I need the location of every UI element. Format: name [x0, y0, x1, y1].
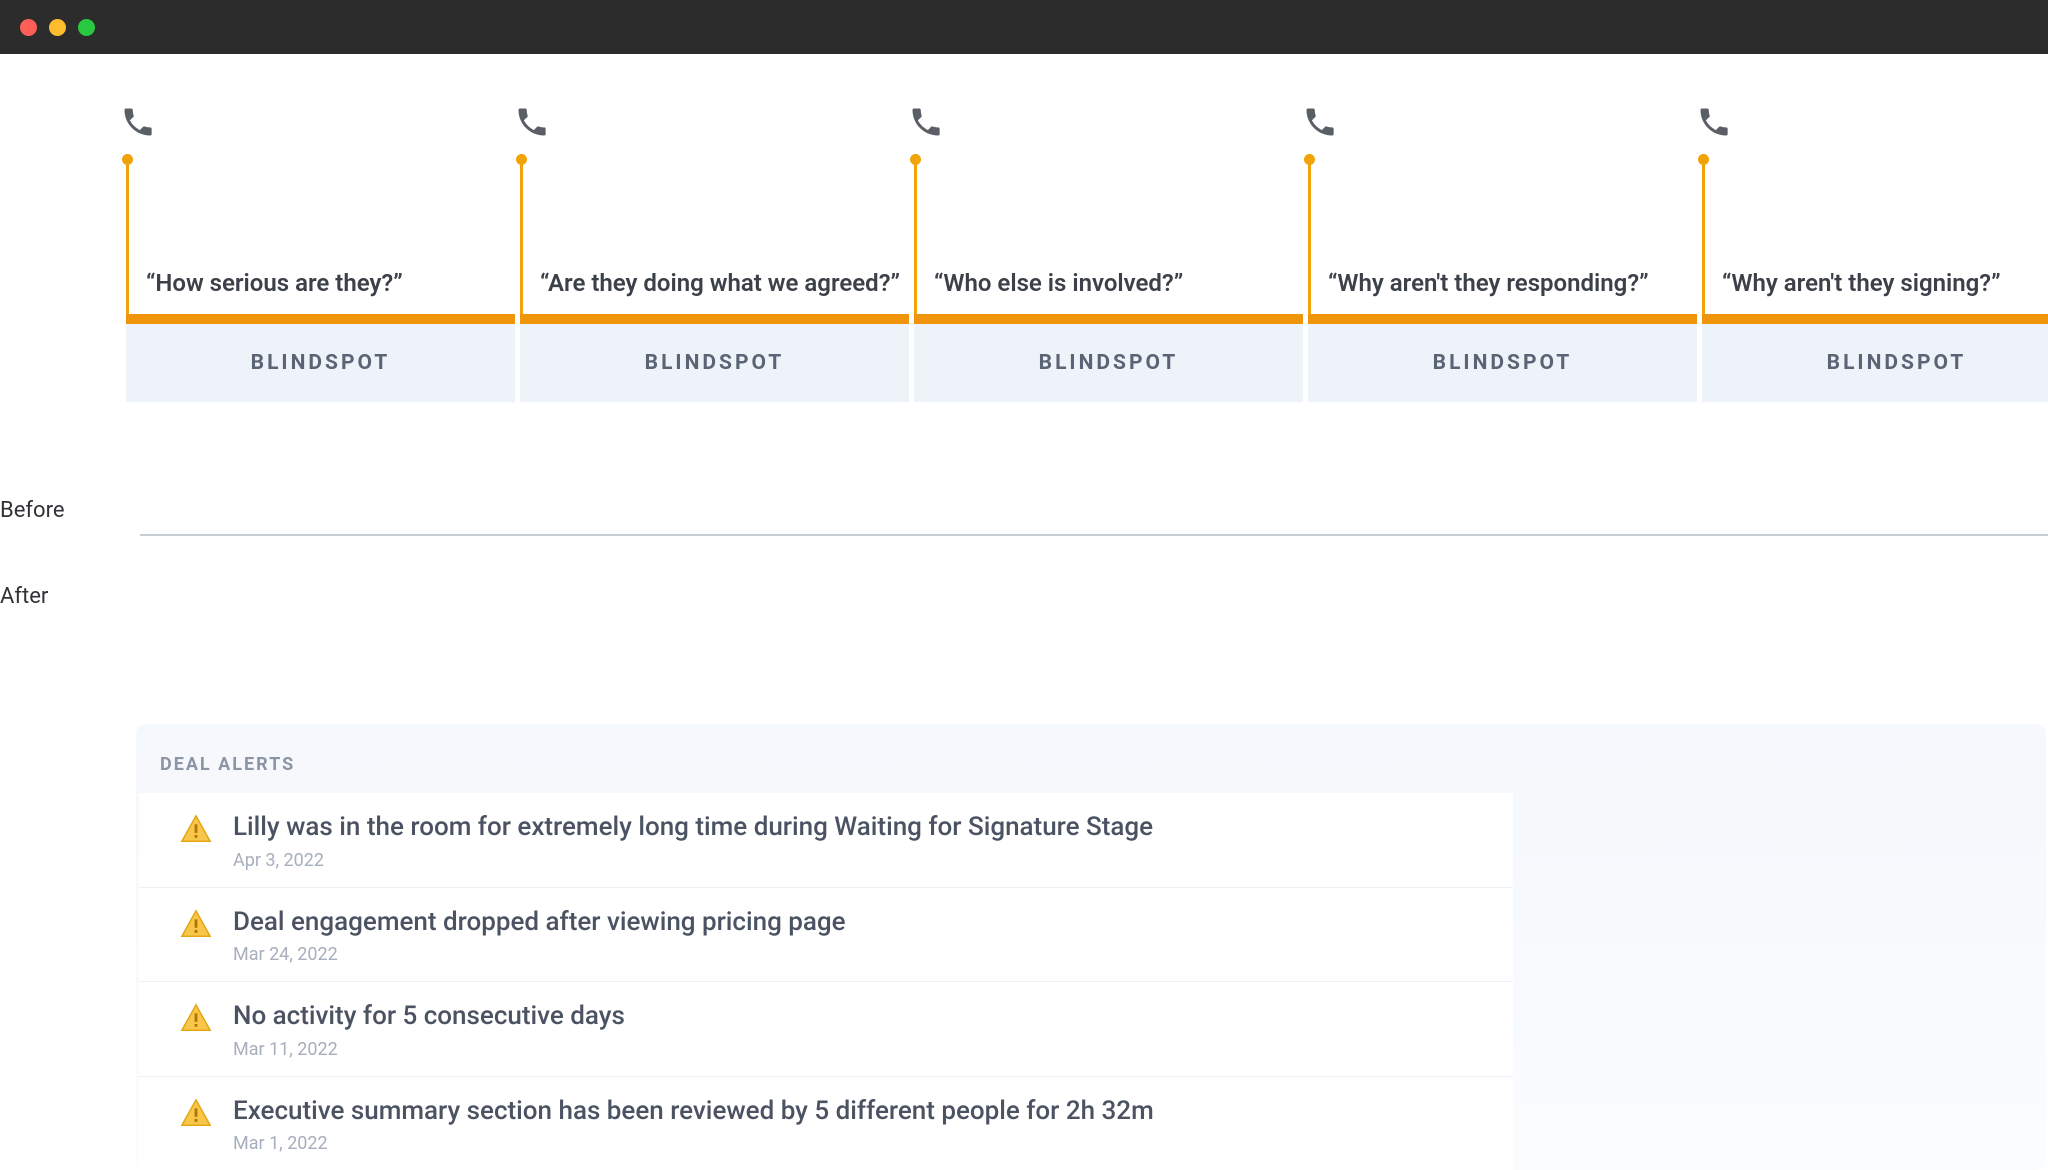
timeline-question: “Who else is involved?”	[934, 269, 1288, 297]
alert-date: Mar 11, 2022	[233, 1039, 1485, 1060]
blindspot-label: BLINDSPOT	[251, 351, 391, 375]
alert-date: Mar 24, 2022	[233, 944, 1485, 965]
before-label: Before	[0, 498, 65, 523]
alert-title: Deal engagement dropped after viewing pr…	[233, 906, 1485, 939]
warning-icon	[179, 908, 213, 946]
timeline-stem	[126, 154, 129, 314]
warning-icon	[179, 813, 213, 851]
timeline-bar	[126, 314, 515, 324]
blindspot-label-box: BLINDSPOT	[1308, 324, 1697, 402]
alert-title: Executive summary section has been revie…	[233, 1095, 1485, 1128]
timeline-stem	[520, 154, 523, 314]
alert-row[interactable]: No activity for 5 consecutive days Mar 1…	[139, 982, 1513, 1077]
deal-alerts-header: DEAL ALERTS	[136, 724, 2046, 793]
warning-icon	[179, 1002, 213, 1040]
window-maximize-button[interactable]	[78, 19, 95, 36]
timeline-question: “Why aren't they responding?”	[1328, 269, 1682, 297]
timeline-question: “Why aren't they signing?”	[1722, 269, 2048, 297]
alert-date: Apr 3, 2022	[233, 850, 1485, 871]
after-label: After	[0, 584, 48, 609]
alert-date: Mar 1, 2022	[233, 1133, 1485, 1154]
blindspot-label-box: BLINDSPOT	[520, 324, 909, 402]
phone-icon	[1302, 104, 1338, 144]
alert-title: Lilly was in the room for extremely long…	[233, 811, 1485, 844]
timeline-question: “How serious are they?”	[146, 269, 500, 297]
timeline-stem	[914, 154, 917, 314]
timeline-bar	[520, 314, 909, 324]
timeline-bar	[1702, 314, 2048, 324]
phone-icon	[908, 104, 944, 144]
blindspot-label-box: BLINDSPOT	[1702, 324, 2048, 402]
timeline-bar	[914, 314, 1303, 324]
deal-alerts-list: Lilly was in the room for extremely long…	[139, 793, 1513, 1170]
alert-row[interactable]: Lilly was in the room for extremely long…	[139, 793, 1513, 888]
alert-title: No activity for 5 consecutive days	[233, 1000, 1485, 1033]
blindspot-label: BLINDSPOT	[1039, 351, 1179, 375]
blindspot-label: BLINDSPOT	[1433, 351, 1573, 375]
window-titlebar	[0, 0, 2048, 54]
timeline-stem	[1702, 154, 1705, 314]
blindspot-label: BLINDSPOT	[645, 351, 785, 375]
warning-icon	[179, 1097, 213, 1135]
deal-alerts-card: DEAL ALERTS Lilly was in the room for ex…	[136, 724, 2046, 1170]
divider-line	[140, 534, 2048, 536]
main-content: “How serious are they?” BLINDSPOT “Are t…	[0, 54, 2048, 1170]
alert-row[interactable]: Executive summary section has been revie…	[139, 1077, 1513, 1170]
phone-icon	[514, 104, 550, 144]
before-after-divider: Before After	[0, 464, 2048, 604]
blindspot-label-box: BLINDSPOT	[914, 324, 1303, 402]
timeline-bar	[1308, 314, 1697, 324]
phone-icon	[120, 104, 156, 144]
alert-row[interactable]: Deal engagement dropped after viewing pr…	[139, 888, 1513, 983]
window-minimize-button[interactable]	[49, 19, 66, 36]
window-close-button[interactable]	[20, 19, 37, 36]
phone-icon	[1696, 104, 1732, 144]
blindspot-label-box: BLINDSPOT	[126, 324, 515, 402]
blindspot-label: BLINDSPOT	[1827, 351, 1967, 375]
blindspot-timeline: “How serious are they?” BLINDSPOT “Are t…	[126, 104, 2048, 464]
timeline-stem	[1308, 154, 1311, 314]
timeline-question: “Are they doing what we agreed?”	[540, 269, 894, 297]
